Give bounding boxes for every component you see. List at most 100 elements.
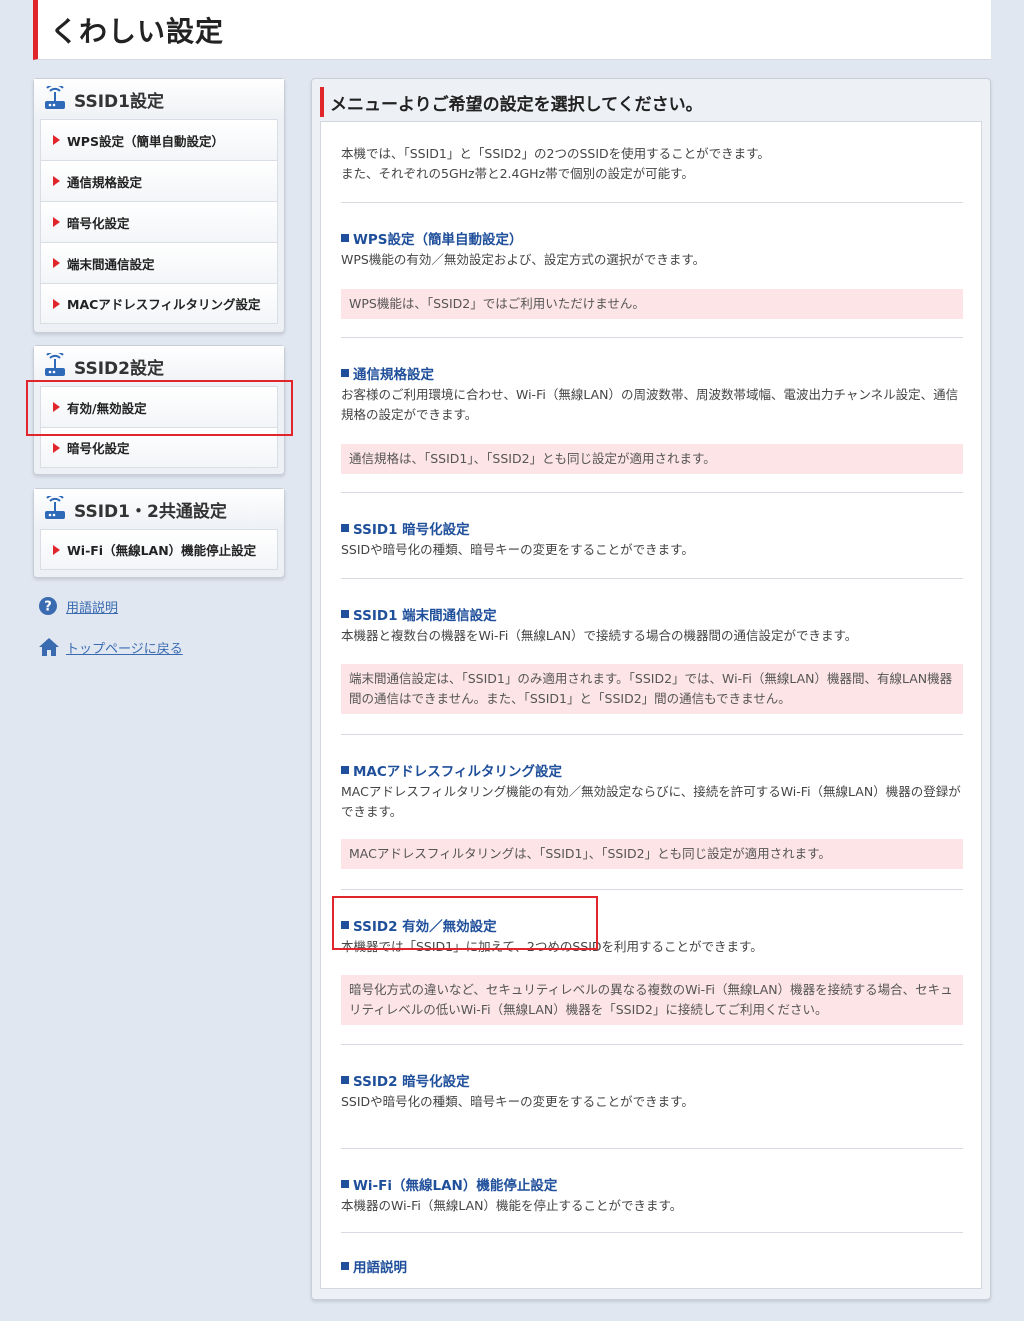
sidebar-group-header: SSID1・2共通設定 xyxy=(34,489,284,529)
section-desc: お客様のご利用環境に合わせ、Wi-Fi（無線LAN）の周波数帯、周波数帯域幅、電… xyxy=(341,387,959,422)
svg-text:?: ? xyxy=(44,600,52,615)
section-note: WPS機能は、「SSID2」ではご利用いただけません。 xyxy=(341,289,963,319)
divider xyxy=(341,1044,963,1045)
section-glossary: 用語説明 xyxy=(341,1256,963,1276)
section-standard: 通信規格設定 お客様のご利用環境に合わせ、Wi-Fi（無線LAN）の周波数帯、周… xyxy=(341,363,963,425)
section-title-link[interactable]: SSID1 端末間通信設定 xyxy=(341,604,963,624)
highlight-box xyxy=(332,896,598,950)
section-ssid2-encryption: SSID2 暗号化設定 SSIDや暗号化の種類、暗号キーの変更をすることができま… xyxy=(341,1070,963,1112)
section-note: 通信規格は、「SSID1」、「SSID2」とも同じ設定が適用されます。 xyxy=(341,444,963,474)
section-desc: WPS機能の有効／無効設定および、設定方式の選択ができます。 xyxy=(341,252,706,267)
arrow-right-icon xyxy=(53,176,60,186)
sidebar-item-label: 暗号化設定 xyxy=(67,215,130,231)
sidebar-group-title: SSID1・2共通設定 xyxy=(74,501,227,522)
sidebar-item-interterminal[interactable]: 端末間通信設定 xyxy=(40,242,278,283)
intro-line: また、それぞれの5GHz帯と2.4GHz帯で個別の設定が可能す。 xyxy=(341,166,694,181)
section-wifi-stop: Wi-Fi（無線LAN）機能停止設定 本機器のWi-Fi（無線LAN）機能を停止… xyxy=(341,1174,963,1216)
bullet-square-icon xyxy=(341,1180,349,1188)
section-note: MACアドレスフィルタリングは、「SSID1」、「SSID2」とも同じ設定が適用… xyxy=(341,839,963,869)
section-title-link[interactable]: Wi-Fi（無線LAN）機能停止設定 xyxy=(341,1174,963,1194)
sidebar-item-label: Wi-Fi（無線LAN）機能停止設定 xyxy=(67,543,257,558)
section-title-label: 通信規格設定 xyxy=(353,367,434,383)
sidebar-item-standard[interactable]: 通信規格設定 xyxy=(40,160,278,201)
top-page-link-label: トップページに戻る xyxy=(66,641,183,657)
section-ssid1-interterminal: SSID1 端末間通信設定 本機器と複数台の機器をWi-Fi（無線LAN）で接続… xyxy=(341,604,963,646)
section-title-label: SSID1 暗号化設定 xyxy=(353,522,470,538)
section-mac-filter: MACアドレスフィルタリング設定 MACアドレスフィルタリング機能の有効／無効設… xyxy=(341,760,963,822)
divider xyxy=(341,337,963,338)
section-desc: SSIDや暗号化の種類、暗号キーの変更をすることができます。 xyxy=(341,542,694,557)
divider xyxy=(341,492,963,493)
page-title: くわしい設定 xyxy=(50,15,225,48)
arrow-right-icon xyxy=(53,135,60,145)
glossary-link-label: 用語説明 xyxy=(66,600,119,616)
bullet-square-icon xyxy=(341,369,349,377)
sidebar-group-ssid1: SSID1設定 WPS設定（簡単自動設定） 通信規格設定 暗号化設定 端末間通信… xyxy=(33,78,285,333)
intro-text: 本機では、「SSID1」と「SSID2」の2つのSSIDを使用することができます… xyxy=(341,144,770,184)
section-title-label: WPS設定（簡単自動設定） xyxy=(353,232,523,248)
highlight-box xyxy=(26,380,293,436)
sidebar-item-wifi-stop[interactable]: Wi-Fi（無線LAN）機能停止設定 xyxy=(40,529,278,570)
sidebar-item-encryption[interactable]: 暗号化設定 xyxy=(40,201,278,242)
sidebar-group-title: SSID2設定 xyxy=(74,358,164,379)
sidebar-item-label: 通信規格設定 xyxy=(67,174,143,190)
main-panel: メニューよりご希望の設定を選択してください。 本機では、「SSID1」と「SSI… xyxy=(311,78,991,1300)
content-panel: 本機では、「SSID1」と「SSID2」の2つのSSIDを使用することができます… xyxy=(320,121,982,1289)
section-desc: 本機器のWi-Fi（無線LAN）機能を停止することができます。 xyxy=(341,1198,683,1213)
section-title-label: SSID2 暗号化設定 xyxy=(353,1074,470,1090)
section-title-label: SSID1 端末間通信設定 xyxy=(353,608,497,624)
arrow-right-icon xyxy=(53,298,60,309)
section-title-link[interactable]: MACアドレスフィルタリング設定 xyxy=(341,760,963,780)
arrow-right-icon xyxy=(53,442,60,453)
section-title-link[interactable]: SSID1 暗号化設定 xyxy=(341,518,963,538)
sidebar-item-label: WPS設定（簡単自動設定） xyxy=(67,133,224,149)
section-ssid1-encryption: SSID1 暗号化設定 SSIDや暗号化の種類、暗号キーの変更をすることができま… xyxy=(341,518,963,560)
divider xyxy=(341,578,963,579)
intro-line: 本機では、「SSID1」と「SSID2」の2つのSSIDを使用することができます… xyxy=(341,146,770,161)
section-title-link[interactable]: SSID2 暗号化設定 xyxy=(341,1070,963,1090)
section-title-link[interactable]: 用語説明 xyxy=(341,1256,963,1276)
bullet-square-icon xyxy=(341,1262,349,1270)
main-heading: メニューよりご希望の設定を選択してください。 xyxy=(320,87,703,117)
bullet-square-icon xyxy=(341,1076,349,1084)
divider xyxy=(341,1148,963,1149)
section-desc: 本機器と複数台の機器をWi-Fi（無線LAN）で接続する場合の機器間の通信設定が… xyxy=(341,628,858,643)
section-desc: SSIDや暗号化の種類、暗号キーの変更をすることができます。 xyxy=(341,1094,694,1109)
router-icon xyxy=(45,353,65,376)
arrow-right-icon xyxy=(53,258,60,268)
section-title-label: 用語説明 xyxy=(353,1260,407,1276)
section-title-link[interactable]: 通信規格設定 xyxy=(341,363,963,383)
sidebar-item-label: 暗号化設定 xyxy=(67,441,130,456)
help-icon: ? xyxy=(39,597,57,615)
section-title-label: MACアドレスフィルタリング設定 xyxy=(353,764,563,780)
home-icon xyxy=(39,638,59,656)
page-header: くわしい設定 xyxy=(33,0,991,60)
sidebar-item-wps[interactable]: WPS設定（簡単自動設定） xyxy=(40,119,278,160)
section-note: 端末間通信設定は、「SSID1」のみ適用されます。「SSID2」では、Wi-Fi… xyxy=(341,664,963,714)
arrow-right-icon xyxy=(53,544,60,555)
glossary-link[interactable]: ? 用語説明 xyxy=(38,596,183,616)
sidebar-item-label: 端末間通信設定 xyxy=(67,256,155,272)
section-note: 暗号化方式の違いなど、セキュリティレベルの異なる複数のWi-Fi（無線LAN）機… xyxy=(341,975,963,1025)
divider xyxy=(341,202,963,203)
section-desc: MACアドレスフィルタリング機能の有効／無効設定ならびに、接続を許可するWi-F… xyxy=(341,784,961,819)
sidebar-group-title: SSID1設定 xyxy=(74,91,164,112)
divider xyxy=(341,889,963,890)
section-title-label: Wi-Fi（無線LAN）機能停止設定 xyxy=(353,1178,558,1194)
bullet-square-icon xyxy=(341,524,349,532)
sidebar-group-header: SSID1設定 xyxy=(34,79,284,119)
sidebar-item-label: MACアドレスフィルタリング設定 xyxy=(67,297,261,312)
sidebar-group-common: SSID1・2共通設定 Wi-Fi（無線LAN）機能停止設定 xyxy=(33,488,285,578)
router-icon xyxy=(45,86,65,109)
sidebar-links: ? 用語説明 トップページに戻る xyxy=(38,596,183,658)
router-icon xyxy=(45,496,65,519)
sidebar-item-mac-filter[interactable]: MACアドレスフィルタリング設定 xyxy=(40,283,278,324)
bullet-square-icon xyxy=(341,234,349,242)
divider xyxy=(341,1232,963,1233)
section-title-link[interactable]: WPS設定（簡単自動設定） xyxy=(341,228,963,248)
divider xyxy=(341,734,963,735)
bullet-square-icon xyxy=(341,610,349,618)
top-page-link[interactable]: トップページに戻る xyxy=(38,636,183,658)
arrow-right-icon xyxy=(53,217,60,227)
section-wps: WPS設定（簡単自動設定） WPS機能の有効／無効設定および、設定方式の選択がで… xyxy=(341,228,963,270)
